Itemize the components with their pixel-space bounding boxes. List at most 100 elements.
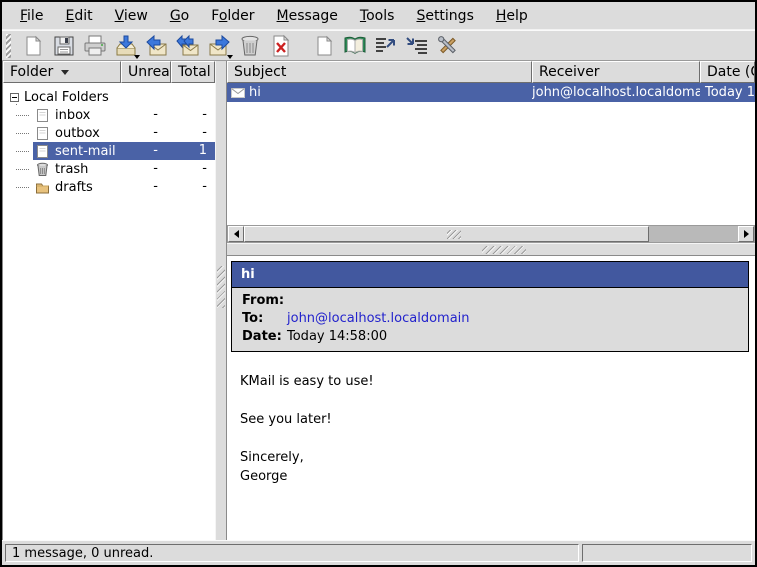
message-body-line: KMail is easy to use! — [240, 372, 755, 391]
delete-icon — [269, 34, 293, 58]
check-mail-button[interactable] — [112, 32, 140, 60]
folder-label-area: sent-mail — [33, 142, 121, 160]
toolbar — [2, 30, 755, 61]
menu-message[interactable]: Message — [269, 5, 346, 27]
folder-unread-count: - — [121, 178, 171, 196]
trash-small-icon — [35, 162, 50, 177]
folder-total-count: 1 — [171, 142, 215, 160]
header-row: To:john@localhost.localdomain — [232, 310, 748, 328]
message-date: Today 14 — [700, 85, 755, 100]
folder-row-drafts[interactable]: drafts -- — [3, 178, 215, 196]
folder-total-count: - — [171, 178, 215, 196]
menu-tools[interactable]: Tools — [352, 5, 403, 27]
new-message-button[interactable] — [19, 32, 47, 60]
folder-label-area: trash — [33, 160, 121, 178]
reply-all-icon — [176, 34, 200, 58]
folder-list-header: Folder Unread Total — [3, 61, 215, 83]
header-label: To: — [242, 310, 287, 328]
tree-connector — [3, 160, 33, 178]
message-body-line: See you later! — [240, 410, 755, 429]
folder-small-icon — [35, 180, 50, 195]
menu-view[interactable]: View — [107, 5, 156, 27]
reply-all-button[interactable] — [174, 32, 202, 60]
sort-descending-icon — [61, 70, 69, 75]
new-window-button[interactable] — [310, 32, 338, 60]
folder-unread-count: - — [121, 142, 171, 160]
folder-row-sent-mail[interactable]: sent-mail-1 — [3, 142, 215, 160]
folder-total-count: - — [171, 106, 215, 124]
tree-expander-minus-icon[interactable] — [10, 93, 19, 102]
folder-label-area: drafts — [33, 178, 121, 196]
folder-row-inbox[interactable]: inbox-- — [3, 106, 215, 124]
scrollbar-track[interactable] — [649, 226, 738, 242]
save-icon — [52, 34, 76, 58]
folder-unread-count: - — [121, 124, 171, 142]
mark-message-button[interactable] — [372, 32, 400, 60]
delete-button[interactable] — [267, 32, 295, 60]
dropdown-arrow-icon[interactable] — [134, 55, 140, 59]
message-preview-pane: hi From:To:john@localhost.localdomainDat… — [227, 256, 755, 540]
menu-file[interactable]: File — [12, 5, 51, 27]
apply-filters-button[interactable] — [403, 32, 431, 60]
menu-settings[interactable]: Settings — [408, 5, 481, 27]
status-panel-secondary — [582, 544, 752, 562]
tree-connector — [3, 106, 33, 124]
configure-button[interactable] — [434, 32, 462, 60]
unread-column-header[interactable]: Unread — [121, 61, 171, 83]
subject-column-header[interactable]: Subject — [227, 61, 532, 83]
header-row: From: — [232, 292, 748, 310]
menu-go[interactable]: Go — [162, 5, 197, 27]
tree-connector — [3, 124, 33, 142]
folder-column-header[interactable]: Folder — [3, 61, 121, 83]
mail-file-icon — [35, 126, 50, 141]
menu-folder[interactable]: Folder — [203, 5, 262, 27]
toolbar-grip-icon[interactable] — [6, 34, 11, 58]
tree-connector — [3, 178, 33, 196]
mark-message-icon — [374, 34, 398, 58]
message-subject-title: hi — [232, 262, 748, 288]
print-icon — [83, 34, 107, 58]
folder-unread-count: - — [121, 160, 171, 178]
scroll-left-arrow-icon[interactable] — [228, 226, 244, 242]
folder-name: drafts — [55, 180, 93, 195]
message-list-header: Subject Receiver Date (O — [227, 61, 755, 83]
message-row[interactable]: hijohn@localhost.localdomainToday 14 — [227, 83, 755, 102]
receiver-column-header[interactable]: Receiver — [532, 61, 700, 83]
header-value: Today 14:58:00 — [287, 328, 387, 346]
folder-row-trash[interactable]: trash-- — [3, 160, 215, 178]
date-column-header[interactable]: Date (O — [700, 61, 755, 83]
mail-file-icon — [35, 108, 50, 123]
apply-filters-icon — [405, 34, 429, 58]
message-body-line — [240, 391, 755, 410]
message-body-line: Sincerely, — [240, 448, 755, 467]
reply-button[interactable] — [143, 32, 171, 60]
header-row: Date:Today 14:58:00 — [232, 328, 748, 346]
scroll-right-arrow-icon[interactable] — [738, 226, 754, 242]
configure-icon — [436, 34, 460, 58]
folder-row-outbox[interactable]: outbox-- — [3, 124, 215, 142]
message-header-box: hi From:To:john@localhost.localdomainDat… — [231, 261, 749, 352]
dropdown-arrow-icon[interactable] — [227, 55, 233, 59]
toolbar-buttons — [19, 32, 462, 60]
trash-button[interactable] — [236, 32, 264, 60]
reply-icon — [145, 34, 169, 58]
kmail-window: File Edit View Go Folder Message ToolsSettings… — [0, 0, 757, 567]
email-address-link[interactable]: john@localhost.localdomain — [287, 310, 470, 328]
folder-label-area: outbox — [33, 124, 121, 142]
horizontal-pane-splitter[interactable] — [227, 243, 755, 256]
forward-button[interactable] — [205, 32, 233, 60]
address-book-button[interactable] — [341, 32, 369, 60]
print-button[interactable] — [81, 32, 109, 60]
message-list-hscrollbar[interactable] — [227, 225, 755, 243]
folder-name: inbox — [55, 108, 90, 123]
menu-help[interactable]: Help — [488, 5, 536, 27]
folder-name: sent-mail — [55, 144, 116, 159]
total-column-header[interactable]: Total — [171, 61, 215, 83]
tree-connector — [3, 142, 33, 160]
folder-row-local-folders[interactable]: Local Folders — [3, 88, 215, 106]
save-button[interactable] — [50, 32, 78, 60]
menu-edit[interactable]: Edit — [57, 5, 100, 27]
scrollbar-thumb[interactable] — [244, 226, 649, 242]
vertical-pane-splitter[interactable] — [215, 61, 227, 540]
folder-name: trash — [55, 162, 88, 177]
